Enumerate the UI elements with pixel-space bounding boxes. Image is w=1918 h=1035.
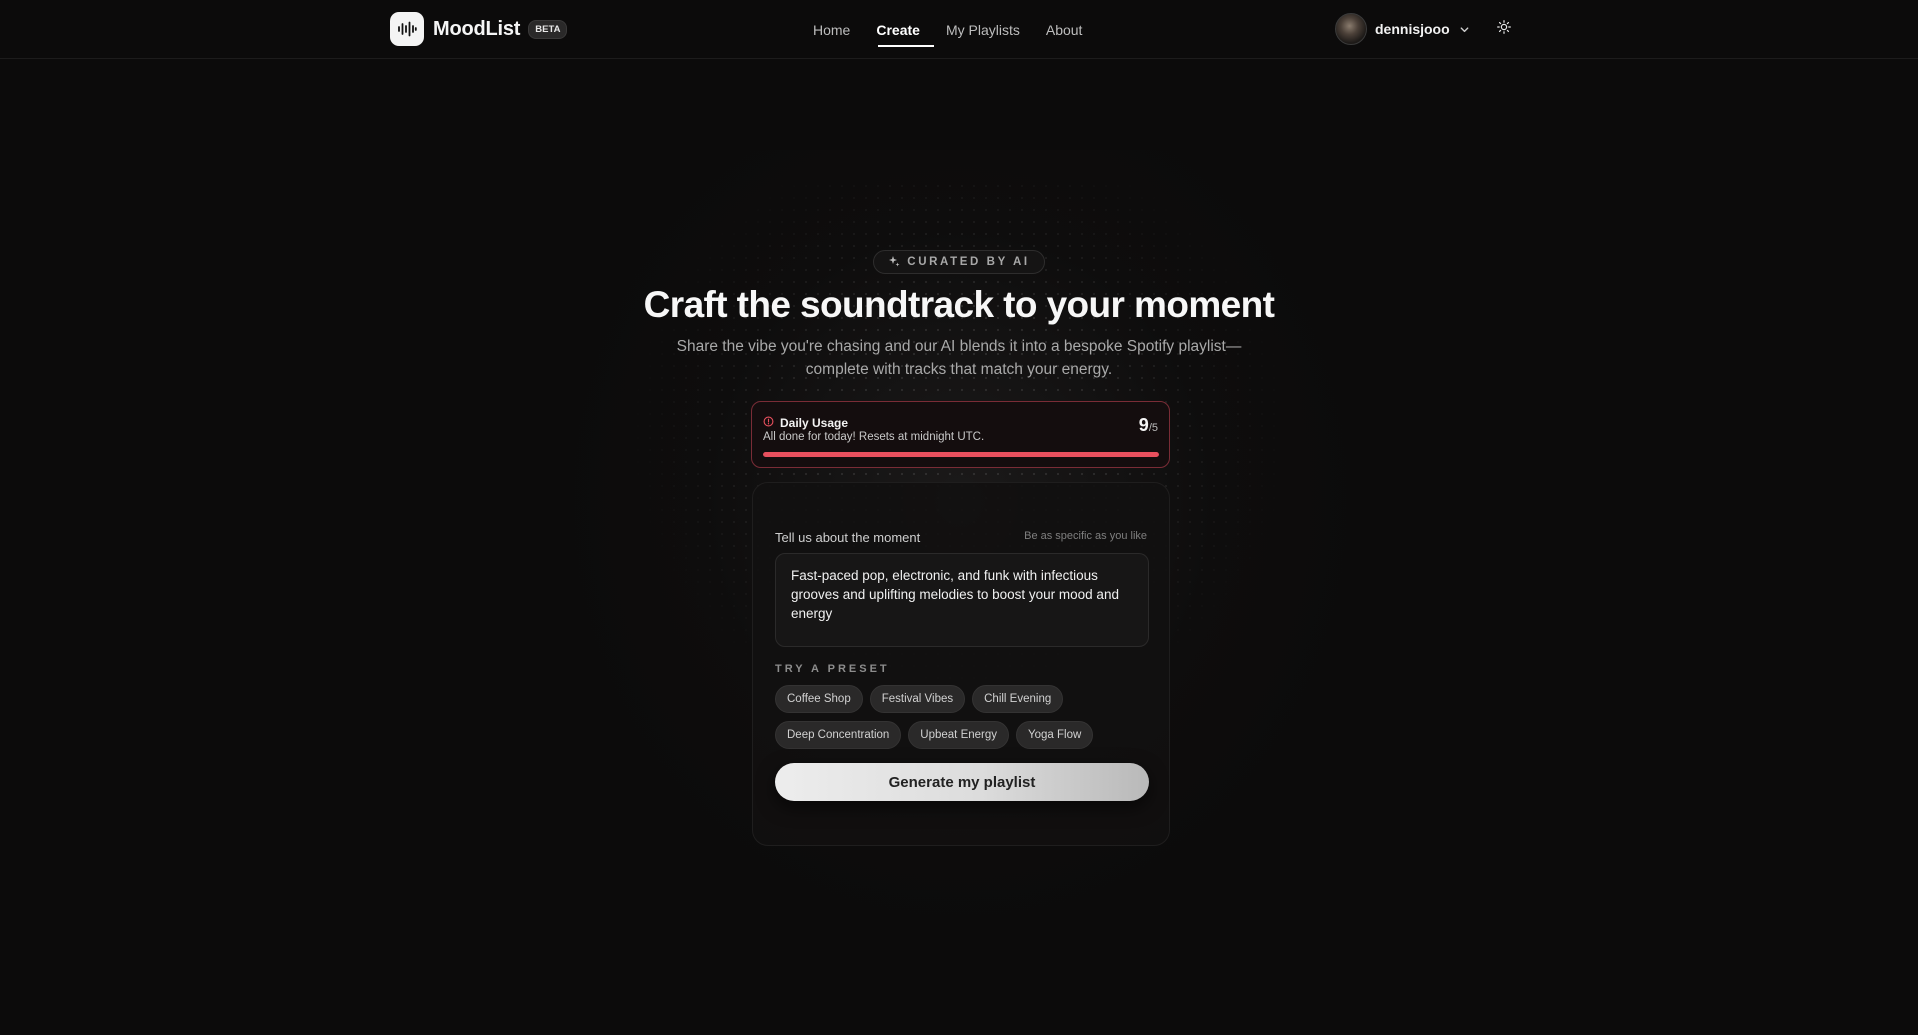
- user-menu[interactable]: dennisjooo: [1335, 12, 1470, 46]
- usage-progress-fill: [763, 452, 1159, 457]
- preset-chip[interactable]: Upbeat Energy: [908, 721, 1010, 749]
- nav-create[interactable]: Create: [863, 0, 933, 59]
- usage-header: Daily Usage: [763, 414, 848, 432]
- preset-chip[interactable]: Festival Vibes: [869, 685, 966, 713]
- usage-title: Daily Usage: [780, 416, 849, 430]
- usage-used: 9: [1138, 415, 1149, 435]
- hero-section: CURATED BY AI Craft the soundtrack to yo…: [0, 250, 1918, 381]
- preset-chip[interactable]: Coffee Shop: [775, 685, 863, 713]
- playlist-form-card: Tell us about the moment Be as specific …: [752, 482, 1170, 846]
- curated-by-ai-pill: CURATED BY AI: [873, 250, 1045, 274]
- alert-circle-icon: [763, 414, 774, 432]
- page-title: Craft the soundtrack to your moment: [643, 284, 1275, 325]
- brand-name: MoodList: [433, 17, 521, 40]
- username: dennisjooo: [1375, 21, 1450, 37]
- main-nav: Home Create My Playlists About: [800, 0, 1095, 59]
- preset-heading: TRY A PRESET: [775, 663, 890, 675]
- brand-link[interactable]: MoodList BETA: [390, 12, 568, 46]
- preset-chip[interactable]: Chill Evening: [972, 685, 1064, 713]
- pill-label: CURATED BY AI: [907, 256, 1030, 268]
- preset-chip[interactable]: Deep Concentration: [775, 721, 902, 749]
- page-subtitle: Share the vibe you're chasing and our AI…: [676, 338, 1242, 378]
- page: MoodList BETA Home Create My Playlists A…: [0, 0, 1918, 1035]
- nav-my-playlists[interactable]: My Playlists: [933, 0, 1033, 59]
- usage-progress-bar: [763, 452, 1159, 457]
- sun-icon: [1497, 19, 1511, 39]
- moment-textarea[interactable]: Fast-paced pop, electronic, and funk wit…: [775, 553, 1149, 647]
- chevron-down-icon: [1459, 24, 1470, 35]
- usage-message: All done for today! Resets at midnight U…: [763, 431, 985, 443]
- sparkles-icon: [888, 255, 900, 270]
- theme-toggle-button[interactable]: [1493, 18, 1515, 40]
- nav-home[interactable]: Home: [800, 0, 863, 59]
- avatar: [1335, 13, 1367, 45]
- top-navbar: MoodList BETA Home Create My Playlists A…: [0, 0, 1918, 59]
- preset-list: Coffee Shop Festival Vibes Chill Evening…: [775, 685, 1155, 749]
- beta-badge: BETA: [528, 19, 568, 39]
- audio-waveform-icon: [390, 12, 424, 46]
- daily-usage-card: Daily Usage All done for today! Resets a…: [751, 401, 1170, 468]
- moment-field-hint: Be as specific as you like: [1024, 530, 1147, 542]
- generate-playlist-button[interactable]: Generate my playlist: [775, 763, 1149, 801]
- usage-limit: /5: [1148, 422, 1158, 434]
- active-nav-indicator: [878, 45, 934, 47]
- preset-chip[interactable]: Yoga Flow: [1016, 721, 1094, 749]
- usage-count: 9/5: [1139, 415, 1158, 436]
- nav-about[interactable]: About: [1033, 0, 1096, 59]
- moment-field-label: Tell us about the moment: [775, 530, 921, 545]
